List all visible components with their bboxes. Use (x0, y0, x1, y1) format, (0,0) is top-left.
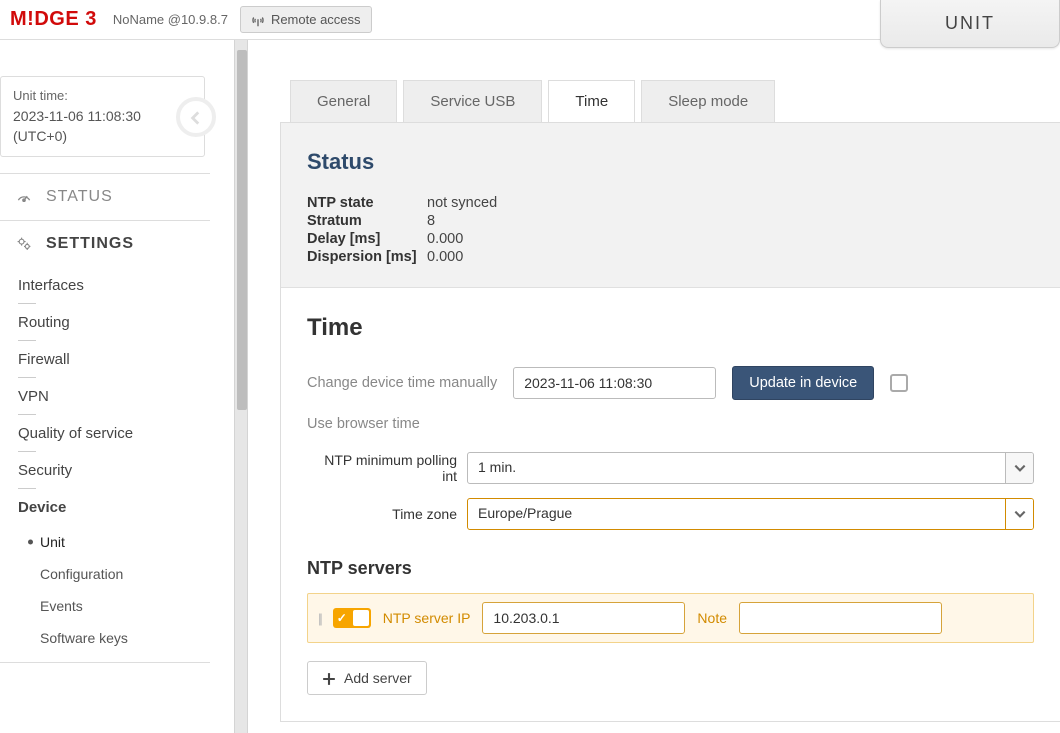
time-settings-grid: NTP minimum polling int 1 min. Time zone… (307, 452, 1034, 530)
antenna-icon (251, 11, 265, 27)
use-browser-time-label: Use browser time (307, 416, 420, 432)
status-row: Stratum 8 (307, 213, 1034, 229)
manual-time-row: Change device time manually Update in de… (307, 366, 1034, 432)
status-key: Dispersion [ms] (307, 249, 427, 265)
nav-item-firewall[interactable]: Firewall (0, 341, 210, 378)
plus-icon (322, 670, 336, 686)
header: M!DGE 3 NoName @10.9.8.7 Remote access U… (0, 0, 1060, 40)
nav-settings[interactable]: SETTINGS (0, 220, 210, 267)
nav-status-label: STATUS (46, 188, 113, 206)
ntp-ip-label: NTP server IP (383, 610, 471, 626)
manual-time-label: Change device time manually (307, 375, 497, 391)
gauge-icon (14, 189, 34, 205)
ntp-server-row: || ✓ NTP server IP Note (307, 593, 1034, 643)
use-browser-time-checkbox[interactable] (890, 374, 908, 392)
add-server-label: Add server (344, 670, 412, 686)
gears-icon (14, 236, 34, 252)
ntp-ip-input[interactable] (482, 602, 685, 634)
sidebar: Unit time: 2023-11-06 11:08:30 (UTC+0) S… (0, 40, 230, 733)
remote-access-label: Remote access (271, 12, 361, 27)
nav-item-vpn[interactable]: VPN (0, 378, 210, 415)
status-val: 8 (427, 213, 435, 229)
unit-time-value: 2023-11-06 11:08:30 (13, 106, 192, 126)
tz-value: Europe/Prague (468, 499, 1005, 529)
toggle-knob (353, 610, 369, 626)
check-icon: ✓ (337, 611, 347, 625)
tab-general[interactable]: General (290, 80, 397, 122)
tabs: General Service USB Time Sleep mode (290, 80, 1060, 122)
tab-sleep-mode[interactable]: Sleep mode (641, 80, 775, 122)
unit-time-tz: (UTC+0) (13, 126, 192, 146)
time-section: Time Change device time manually Update … (281, 288, 1060, 721)
nav-settings-label: SETTINGS (46, 235, 134, 253)
update-in-device-button[interactable]: Update in device (732, 366, 874, 400)
poll-label: NTP minimum polling int (307, 452, 467, 484)
status-heading: Status (307, 149, 1034, 175)
chevron-down-icon (1005, 499, 1033, 529)
status-section: Status NTP state not synced Stratum 8 De… (281, 123, 1060, 288)
nav-sub-software-keys[interactable]: Software keys (22, 622, 210, 654)
time-heading: Time (307, 314, 1034, 342)
logo: M!DGE 3 (10, 8, 97, 31)
status-val: not synced (427, 195, 497, 211)
nav-item-device[interactable]: Device (0, 489, 210, 526)
status-key: Delay [ms] (307, 231, 427, 247)
nav: STATUS SETTINGS Interfaces Routing Firew… (0, 173, 210, 663)
status-key: Stratum (307, 213, 427, 229)
status-val: 0.000 (427, 249, 463, 265)
nav-sub-unit[interactable]: Unit (22, 526, 210, 558)
nav-sub-events[interactable]: Events (22, 590, 210, 622)
nav-item-interfaces[interactable]: Interfaces (0, 267, 210, 304)
nav-item-routing[interactable]: Routing (0, 304, 210, 341)
ntp-note-input[interactable] (739, 602, 942, 634)
main: General Service USB Time Sleep mode Stat… (230, 40, 1060, 733)
panel: Status NTP state not synced Stratum 8 De… (280, 122, 1060, 722)
status-row: NTP state not synced (307, 195, 1034, 211)
collapse-sidebar-button[interactable] (176, 97, 216, 137)
unit-time-card: Unit time: 2023-11-06 11:08:30 (UTC+0) (0, 76, 205, 157)
nav-item-security[interactable]: Security (0, 452, 210, 489)
unit-time-label: Unit time: (13, 87, 192, 106)
remote-access-button[interactable]: Remote access (240, 6, 372, 32)
ntp-enable-toggle[interactable]: ✓ (333, 608, 371, 628)
poll-select[interactable]: 1 min. (467, 452, 1034, 484)
add-server-button[interactable]: Add server (307, 661, 427, 695)
nav-device-sub: Unit Configuration Events Software keys (0, 526, 210, 654)
tz-select[interactable]: Europe/Prague (467, 498, 1034, 530)
tz-label: Time zone (307, 506, 467, 522)
host-info: NoName @10.9.8.7 (113, 12, 228, 27)
chevron-down-icon (1005, 453, 1033, 483)
tab-time[interactable]: Time (548, 80, 635, 122)
poll-value: 1 min. (468, 453, 1005, 483)
ntp-servers-heading: NTP servers (307, 558, 1034, 579)
status-row: Delay [ms] 0.000 (307, 231, 1034, 247)
nav-item-qos[interactable]: Quality of service (0, 415, 210, 452)
status-val: 0.000 (427, 231, 463, 247)
nav-sub-configuration[interactable]: Configuration (22, 558, 210, 590)
status-key: NTP state (307, 195, 427, 211)
chevron-left-icon (187, 104, 205, 130)
nav-status[interactable]: STATUS (0, 174, 210, 220)
status-row: Dispersion [ms] 0.000 (307, 249, 1034, 265)
nav-settings-items: Interfaces Routing Firewall VPN Quality … (0, 267, 210, 662)
ntp-note-label: Note (697, 610, 727, 626)
drag-handle-icon[interactable]: || (318, 611, 321, 626)
tab-service-usb[interactable]: Service USB (403, 80, 542, 122)
manual-time-input[interactable] (513, 367, 716, 399)
